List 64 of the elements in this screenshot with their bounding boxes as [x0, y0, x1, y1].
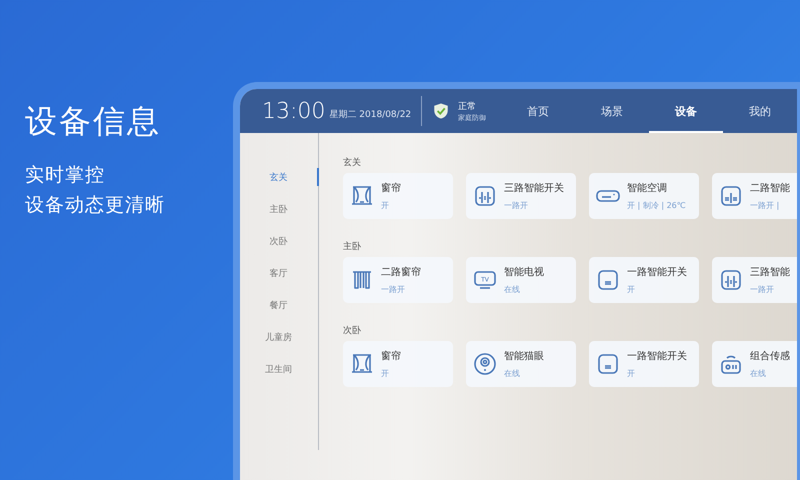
device-card[interactable]: 三路智能 一路开 — [712, 257, 797, 303]
device-status: 开 — [381, 368, 390, 379]
section-title: 玄关 — [343, 156, 362, 170]
wall-switch-icon — [719, 184, 743, 208]
wall-switch-icon — [473, 184, 497, 208]
section-title: 主卧 — [343, 240, 362, 254]
room-tab[interactable]: 主卧 — [240, 200, 319, 218]
device-status: 在线 — [504, 284, 521, 295]
device-name: 一路智能开关 — [627, 350, 687, 363]
device-name: 三路智能开关 — [504, 182, 564, 195]
device-name: 二路智能 — [750, 182, 790, 195]
curtain-icon — [350, 352, 374, 376]
device-card[interactable]: 窗帘 开 — [343, 173, 453, 219]
device-card[interactable]: 一路智能开关 开 — [589, 341, 699, 387]
device-card[interactable]: 一路智能开关 开 — [589, 257, 699, 303]
device-name: 窗帘 — [381, 350, 401, 363]
curtain-icon — [350, 268, 374, 292]
device-name: 智能猫眼 — [504, 350, 544, 363]
device-name: 组合传感 — [750, 350, 790, 363]
nav-tab[interactable]: 首页 — [501, 89, 575, 133]
room-tab[interactable]: 次卧 — [240, 232, 319, 250]
wall-switch-icon — [719, 268, 743, 292]
section-title: 次卧 — [343, 324, 362, 338]
device-status: 一路开 | — [750, 200, 780, 211]
wall-switch-icon — [596, 352, 620, 376]
device-status: 在线 — [750, 368, 767, 379]
camera-eye-icon — [473, 352, 497, 376]
room-tab[interactable]: 玄关 — [240, 168, 319, 186]
device-card[interactable]: 组合传感 在线 — [712, 341, 797, 387]
device-card[interactable]: 智能空调 开 | 制冷 | 26℃ — [589, 173, 699, 219]
device-name: 一路智能开关 — [627, 266, 687, 279]
device-card[interactable]: 窗帘 开 — [343, 341, 453, 387]
room-tab[interactable]: 餐厅 — [240, 296, 319, 314]
device-name: 智能空调 — [627, 182, 668, 195]
device-status: 一路开 — [504, 200, 529, 211]
device-status: 开 — [381, 200, 390, 211]
device-status: 一路开 — [750, 284, 775, 295]
device-card[interactable]: 二路智能 一路开 | — [712, 173, 797, 219]
curtain-icon — [350, 184, 374, 208]
device-status: 开 | 制冷 | 26℃ — [627, 200, 686, 211]
device-name: 三路智能 — [750, 266, 790, 279]
clock-time: 13:00 — [262, 98, 326, 124]
room-tab[interactable]: 卫生间 — [240, 360, 319, 378]
shield-check-icon — [432, 101, 450, 121]
device-status: 开 — [627, 284, 636, 295]
date-text: 星期二 2018/08/22 — [329, 108, 412, 120]
device-status: 开 — [627, 368, 636, 379]
device-status: 一路开 — [381, 284, 406, 295]
device-name: 二路窗帘 — [381, 266, 421, 279]
nav-tab[interactable]: 场景 — [575, 89, 649, 133]
nav-tab[interactable]: 我的 — [723, 89, 797, 133]
device-card[interactable]: 智能猫眼 在线 — [466, 341, 576, 387]
promo-subtitle: 设备动态更清晰 — [25, 193, 166, 218]
device-card[interactable]: 三路智能开关 一路开 — [466, 173, 576, 219]
device-name: 窗帘 — [381, 182, 401, 195]
security-status: 正常 — [458, 100, 478, 112]
promo-headline: 设备信息 — [25, 101, 162, 142]
device-status: 在线 — [504, 368, 521, 379]
room-tab[interactable]: 客厅 — [240, 264, 319, 282]
device-card[interactable]: 二路窗帘 一路开 — [343, 257, 453, 303]
promo-subtitle: 实时掌控 — [25, 163, 106, 188]
wall-switch-icon — [596, 268, 620, 292]
device-name: 智能电视 — [504, 266, 544, 279]
room-tab[interactable]: 儿童房 — [240, 328, 319, 346]
